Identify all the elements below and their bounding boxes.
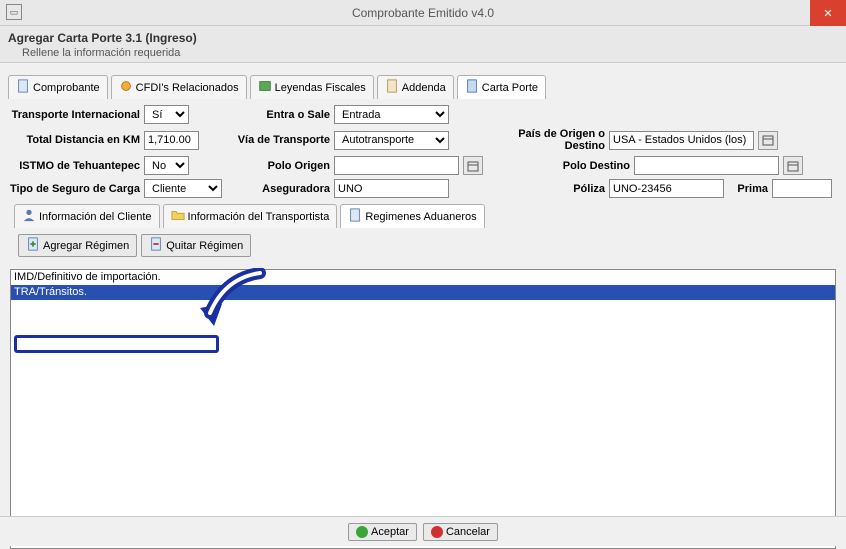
tab-cfdi-relacionados[interactable]: CFDI's Relacionados [111, 75, 247, 99]
select-via-transporte[interactable]: Autotransporte [334, 131, 449, 150]
tab-informacion-cliente[interactable]: Información del Cliente [14, 204, 160, 228]
tab-label: Información del Transportista [188, 211, 330, 223]
tab-regimenes-aduaneros[interactable]: Regimenes Aduaneros [340, 204, 484, 228]
select-istmo[interactable]: No [144, 156, 189, 175]
cancelar-button[interactable]: Cancelar [423, 523, 498, 541]
window-title: Comprobante Emitido v4.0 [352, 6, 494, 20]
button-label: Quitar Régimen [166, 240, 243, 252]
carta-porte-icon [465, 79, 479, 96]
label-istmo: ISTMO de Tehuantepec [10, 160, 140, 172]
select-entra-sale[interactable]: Entrada [334, 105, 449, 124]
select-tipo-seguro[interactable]: Cliente [144, 179, 222, 198]
form-area: Transporte Internacional Sí Entra o Sale… [0, 99, 846, 263]
label-pais-origen: País de Origen o Destino [475, 128, 605, 152]
ok-icon [356, 526, 368, 538]
input-pais-origen[interactable] [609, 131, 754, 150]
titlebar: ▭ Comprobante Emitido v4.0 ✕ [0, 0, 846, 26]
tab-comprobante[interactable]: Comprobante [8, 75, 108, 99]
document-icon [348, 208, 362, 225]
folder-icon [171, 208, 185, 225]
input-poliza[interactable] [609, 179, 724, 198]
quitar-regimen-button[interactable]: Quitar Régimen [141, 234, 251, 257]
label-polo-origen: Polo Origen [235, 160, 330, 172]
inner-tabs: Información del Cliente Información del … [10, 204, 836, 228]
button-bar: Agregar Régimen Quitar Régimen [10, 234, 836, 257]
aceptar-button[interactable]: Aceptar [348, 523, 417, 541]
tab-informacion-transportista[interactable]: Información del Transportista [163, 204, 338, 228]
tab-label: Información del Cliente [39, 211, 152, 223]
page-title: Agregar Carta Porte 3.1 (Ingreso) [8, 31, 838, 45]
label-total-distancia: Total Distancia en KM [10, 134, 140, 146]
link-icon [119, 79, 133, 96]
tab-addenda[interactable]: Addenda [377, 75, 454, 99]
tab-label: Addenda [402, 82, 446, 94]
list-item[interactable]: TRA/Tránsitos. [11, 285, 835, 300]
footer: Aceptar Cancelar [0, 516, 846, 546]
select-transporte-internacional[interactable]: Sí [144, 105, 189, 124]
document-icon [16, 79, 30, 96]
button-label: Cancelar [446, 526, 490, 538]
remove-icon [149, 237, 163, 254]
lookup-polo-destino-button[interactable] [783, 156, 803, 175]
tab-label: Regimenes Aduaneros [365, 211, 476, 223]
tab-label: Carta Porte [482, 82, 538, 94]
label-tipo-seguro: Tipo de Seguro de Carga [10, 183, 140, 195]
input-polo-origen[interactable] [334, 156, 459, 175]
label-aseguradora: Aseguradora [235, 183, 330, 195]
tab-label: CFDI's Relacionados [136, 82, 239, 94]
label-transporte-internacional: Transporte Internacional [10, 109, 140, 121]
header: Agregar Carta Porte 3.1 (Ingreso) Rellen… [0, 26, 846, 63]
button-label: Aceptar [371, 526, 409, 538]
input-total-distancia[interactable] [144, 131, 199, 150]
button-label: Agregar Régimen [43, 240, 129, 252]
close-button[interactable]: ✕ [810, 0, 846, 26]
add-icon [26, 237, 40, 254]
outer-tabs: Comprobante CFDI's Relacionados Leyendas… [8, 75, 838, 99]
user-icon [22, 208, 36, 225]
lookup-pais-button[interactable] [758, 131, 778, 150]
input-polo-destino[interactable] [634, 156, 779, 175]
label-polo-destino: Polo Destino [487, 160, 630, 172]
lookup-polo-origen-button[interactable] [463, 156, 483, 175]
book-icon [258, 79, 272, 96]
label-prima: Prima [728, 183, 768, 195]
input-aseguradora[interactable] [334, 179, 449, 198]
label-via-transporte: Vía de Transporte [235, 134, 330, 146]
tab-label: Leyendas Fiscales [275, 82, 366, 94]
app-icon: ▭ [6, 4, 22, 20]
regimenes-list[interactable]: IMD/Definitivo de importación. TRA/Tráns… [10, 269, 836, 549]
label-entra-sale: Entra o Sale [235, 109, 330, 121]
cancel-icon [431, 526, 443, 538]
input-prima[interactable] [772, 179, 832, 198]
tab-leyendas-fiscales[interactable]: Leyendas Fiscales [250, 75, 374, 99]
label-poliza: Póliza [475, 183, 605, 195]
list-item[interactable]: IMD/Definitivo de importación. [11, 270, 835, 285]
tab-label: Comprobante [33, 82, 100, 94]
page-icon [385, 79, 399, 96]
page-subtitle: Rellene la información requerida [22, 47, 838, 59]
tab-carta-porte[interactable]: Carta Porte [457, 75, 546, 99]
agregar-regimen-button[interactable]: Agregar Régimen [18, 234, 137, 257]
